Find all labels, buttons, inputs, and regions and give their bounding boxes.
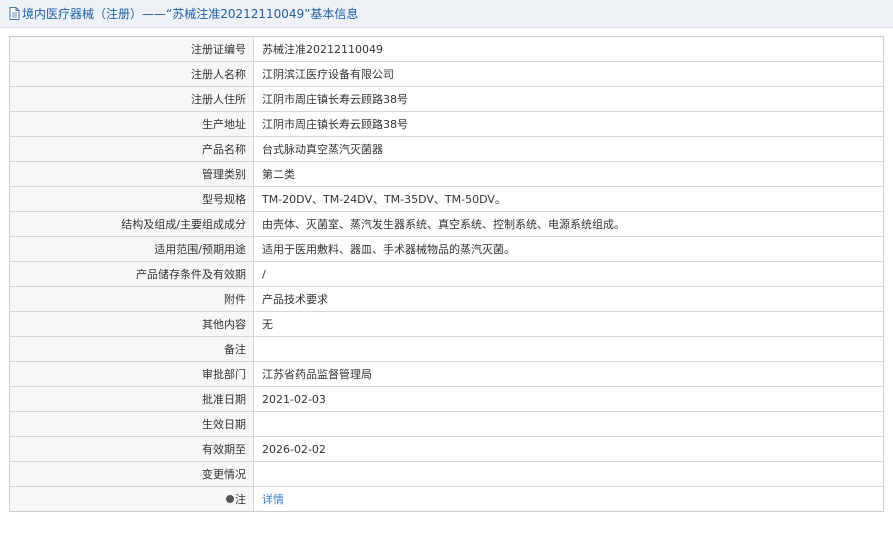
table-row: 注册人住所 江阴市周庄镇长寿云顾路38号 — [10, 86, 883, 112]
page-header: 境内医疗器械（注册）——“苏械注准20212110049”基本信息 — [0, 0, 893, 28]
table-row: 批准日期 2021-02-03 — [10, 386, 883, 412]
row-label: 有效期至 — [10, 436, 254, 462]
row-value: 适用于医用敷料、器皿、手术器械物品的蒸汽灭菌。 — [253, 236, 883, 262]
row-label: 结构及组成/主要组成成分 — [10, 211, 254, 237]
table-row: 管理类别 第二类 — [10, 161, 883, 187]
row-label: 生效日期 — [10, 411, 254, 437]
row-value: 苏械注准20212110049 — [253, 37, 883, 62]
row-value: 第二类 — [253, 161, 883, 187]
table-row: 审批部门 江苏省药品监督管理局 — [10, 361, 883, 387]
row-value: 江阴市周庄镇长寿云顾路38号 — [253, 86, 883, 112]
row-value: 2021-02-03 — [253, 386, 883, 412]
row-label: 型号规格 — [10, 186, 254, 212]
row-label: 生产地址 — [10, 111, 254, 137]
row-value: 详情 — [253, 486, 883, 511]
table-row: 有效期至 2026-02-02 — [10, 436, 883, 462]
info-table: 注册证编号 苏械注准20212110049 注册人名称 江阴滨江医疗设备有限公司 注册人… — [9, 36, 884, 512]
row-value: 由壳体、灭菌室、蒸汽发生器系统、真空系统、控制系统、电源系统组成。 — [253, 211, 883, 237]
table-row: 注册人名称 江阴滨江医疗设备有限公司 — [10, 61, 883, 87]
table-row: 生效日期 — [10, 411, 883, 437]
row-label: 附件 — [10, 286, 254, 312]
table-row: 生产地址 江阴市周庄镇长寿云顾路38号 — [10, 111, 883, 137]
table-row: 其他内容无 — [10, 311, 883, 337]
row-value: 无 — [253, 311, 883, 337]
row-label: 注册人名称 — [10, 61, 254, 87]
row-label: 注册证编号 — [10, 37, 254, 62]
row-label: 适用范围/预期用途 — [10, 236, 254, 262]
row-value — [253, 411, 883, 437]
row-label: 注 — [10, 486, 254, 511]
details-link[interactable]: 详情 — [262, 493, 284, 506]
row-label: 审批部门 — [10, 361, 254, 387]
table-row: 注册证编号 苏械注准20212110049 — [10, 37, 883, 62]
row-label: 其他内容 — [10, 311, 254, 337]
row-value: 台式脉动真空蒸汽灭菌器 — [253, 136, 883, 162]
table-row: 型号规格 TM-20DV、TM-24DV、TM-35DV、TM-50DV。 — [10, 186, 883, 212]
document-icon — [9, 7, 20, 20]
table-row: 适用范围/预期用途 适用于医用敷料、器皿、手术器械物品的蒸汽灭菌。 — [10, 236, 883, 262]
row-value: 江阴滨江医疗设备有限公司 — [253, 61, 883, 87]
table-row: 注 详情 — [10, 486, 883, 511]
row-label: 产品储存条件及有效期 — [10, 261, 254, 287]
row-value — [253, 461, 883, 487]
row-value: 产品技术要求 — [253, 286, 883, 312]
row-label: 管理类别 — [10, 161, 254, 187]
row-value — [253, 336, 883, 362]
row-label: 注册人住所 — [10, 86, 254, 112]
row-label: 备注 — [10, 336, 254, 362]
row-value: TM-20DV、TM-24DV、TM-35DV、TM-50DV。 — [253, 186, 883, 212]
table-row: 附件 产品技术要求 — [10, 286, 883, 312]
table-row: 变更情况 — [10, 461, 883, 487]
table-row: 产品名称 台式脉动真空蒸汽灭菌器 — [10, 136, 883, 162]
row-value: 江苏省药品监督管理局 — [253, 361, 883, 387]
page-title: 境内医疗器械（注册）——“苏械注准20212110049”基本信息 — [22, 7, 359, 21]
row-value: / — [253, 261, 883, 287]
row-value: 2026-02-02 — [253, 436, 883, 462]
row-label: 变更情况 — [10, 461, 254, 487]
row-label: 产品名称 — [10, 136, 254, 162]
note-label: 注 — [235, 493, 246, 506]
row-value: 江阴市周庄镇长寿云顾路38号 — [253, 111, 883, 137]
table-row: 产品储存条件及有效期 / — [10, 261, 883, 287]
note-icon — [226, 495, 234, 503]
table-row: 结构及组成/主要组成成分 由壳体、灭菌室、蒸汽发生器系统、真空系统、控制系统、电源… — [10, 211, 883, 237]
table-row: 备注 — [10, 336, 883, 362]
row-label: 批准日期 — [10, 386, 254, 412]
